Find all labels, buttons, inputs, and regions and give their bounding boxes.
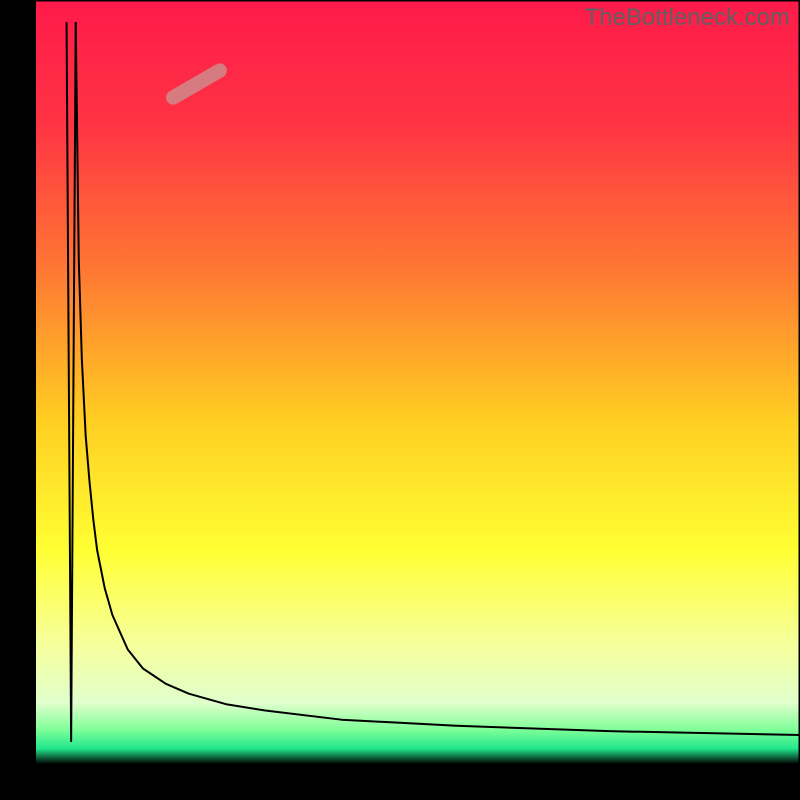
bottleneck-chart [0,0,800,800]
watermark-label: TheBottleneck.com [585,4,790,32]
axis-bottom [0,764,800,800]
axis-left [0,0,36,800]
heat-gradient [36,0,800,764]
